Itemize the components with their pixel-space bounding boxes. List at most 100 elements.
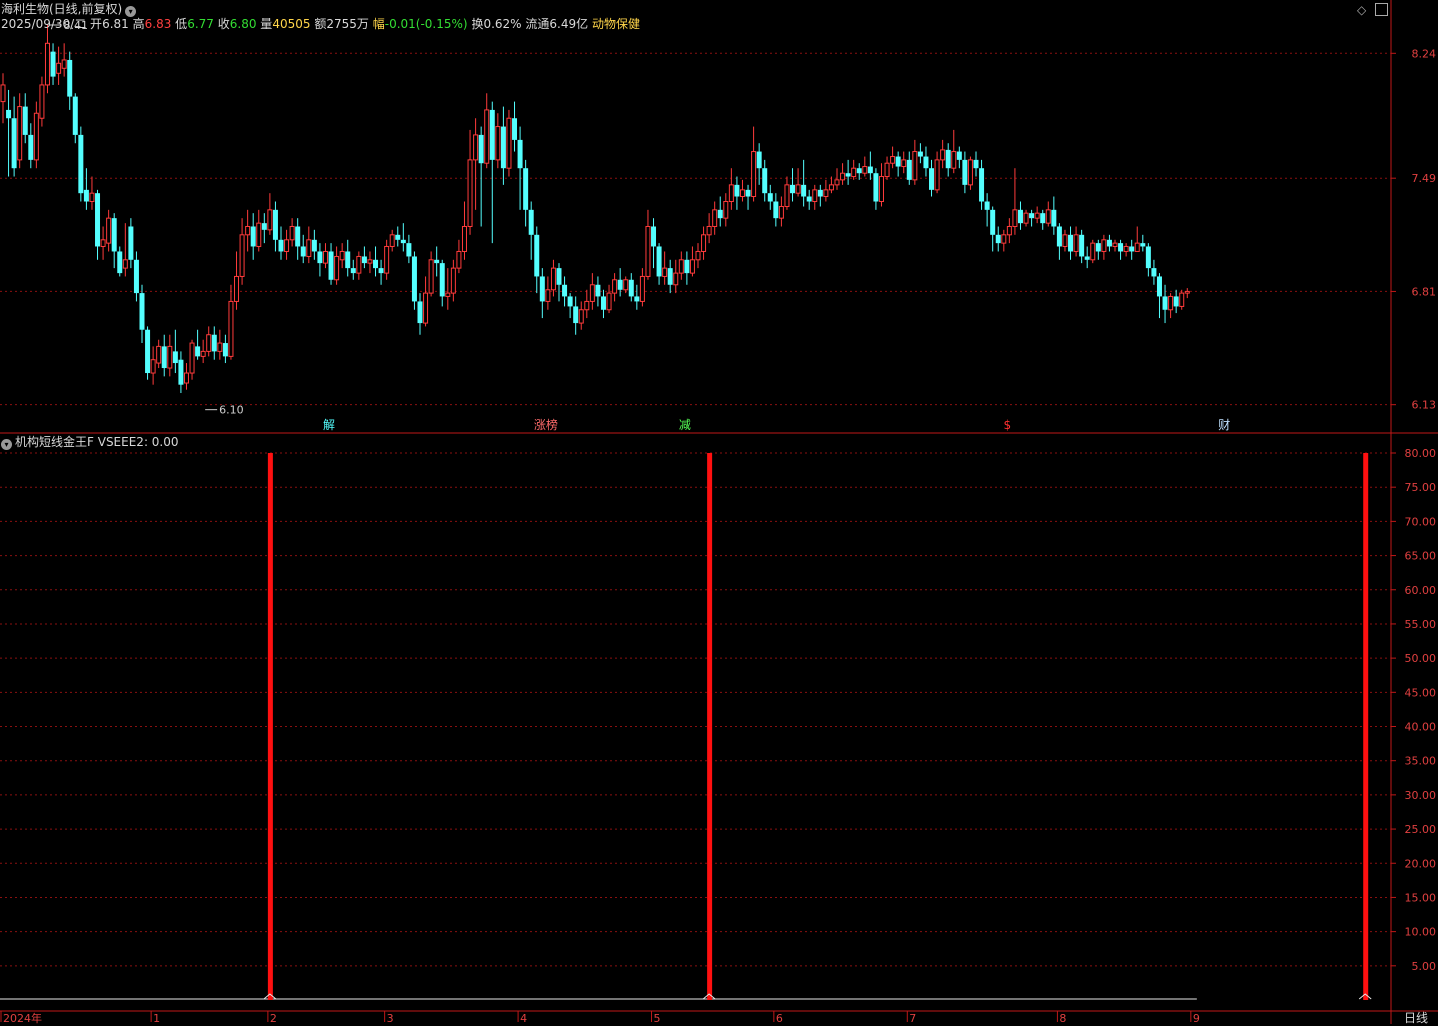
amount-value: 2755万 [326, 17, 369, 31]
candle-body [678, 259, 684, 274]
candle-body [817, 189, 823, 197]
candle-body [617, 279, 623, 290]
concept-tag[interactable]: 动物保健 [592, 17, 640, 31]
candle-body [406, 243, 412, 257]
candle-body [61, 59, 67, 69]
price-tick-label: 6.13 [1412, 399, 1437, 412]
candle-body [384, 245, 390, 274]
candle-body [662, 267, 668, 277]
candle-body [973, 159, 979, 169]
candle-body [790, 184, 796, 194]
quote-line: 2025/09/30/二 开6.81 高6.83 低6.77 收6.80 量40… [1, 17, 640, 31]
close-label: 收 [217, 17, 230, 31]
x-tick-label: 9 [1193, 1012, 1200, 1024]
candle-body [211, 334, 217, 352]
indicator-tick-label: 75.00 [1405, 481, 1437, 494]
candle-body [856, 168, 862, 174]
candle-body [600, 296, 606, 310]
candle-body [1012, 209, 1018, 227]
float-label: 流通 [525, 17, 550, 31]
candle-body [150, 359, 156, 374]
candle-body [890, 156, 896, 164]
candle-body [1101, 239, 1107, 252]
candle-body [945, 149, 951, 169]
candle-body [506, 117, 512, 169]
candle-body [639, 275, 645, 302]
indicator-tick-label: 35.00 [1405, 755, 1437, 768]
event-marker: 财 [1218, 418, 1230, 432]
indicator-tick-label: 10.00 [1405, 926, 1437, 939]
indicator-menu-icon[interactable]: ▾ [1, 439, 12, 450]
candle-body [751, 151, 757, 198]
candle-body [389, 234, 395, 247]
candle-body [183, 372, 189, 384]
candle-body [595, 284, 601, 297]
candle-body [573, 306, 579, 324]
candle-body [912, 151, 918, 181]
candle-body [423, 292, 429, 324]
indicator-value: VSEEE2: 0.00 [97, 435, 179, 449]
candle-body [895, 156, 901, 167]
candle-body [656, 246, 662, 277]
candle-body [1123, 245, 1129, 252]
candle-body [878, 176, 884, 203]
change-label: 幅 [372, 17, 385, 31]
candle-body [712, 209, 718, 227]
candle-body [756, 151, 762, 169]
period-label[interactable]: 日线 [1404, 1009, 1428, 1026]
indicator-name[interactable]: 机构短线金王F [15, 435, 94, 449]
candle-body [322, 250, 328, 264]
indicator-spike-bar [267, 453, 273, 1000]
candle-body [356, 255, 362, 274]
candle-body [495, 126, 501, 161]
diamond-icon[interactable]: ◇ [1357, 3, 1366, 17]
candle-body [317, 251, 323, 264]
candle-body [417, 301, 423, 324]
x-tick-label: 6 [776, 1012, 783, 1024]
candle-body [339, 250, 345, 261]
candle-body [851, 167, 857, 178]
candle-body [234, 275, 240, 302]
candle-body [22, 106, 28, 135]
candle-body [784, 184, 790, 208]
candle-body [33, 112, 39, 161]
candle-body [1090, 242, 1096, 261]
candle-body [300, 246, 306, 257]
chevron-down-icon[interactable]: ▾ [125, 6, 137, 17]
candle-body [1068, 234, 1074, 252]
indicator-spike-bar [707, 453, 713, 1000]
amount-label: 额 [314, 17, 327, 31]
indicator-tick-label: 20.00 [1405, 857, 1437, 870]
candle-body [923, 156, 929, 169]
candle-body [962, 159, 968, 185]
maximize-icon[interactable] [1375, 3, 1388, 16]
candle-body [539, 276, 545, 302]
candle-body [667, 268, 673, 285]
stock-title[interactable]: 海利生物(日线,前复权) [1, 2, 122, 16]
chart-canvas[interactable]: 8.247.496.816.1380.0075.0070.0065.0060.0… [0, 0, 1438, 1024]
candle-body [1023, 212, 1029, 224]
candle-body [261, 223, 267, 230]
close-value: 6.80 [229, 17, 257, 31]
candle-body [778, 206, 784, 219]
candle-body [956, 151, 962, 160]
indicator-tick-label: 25.00 [1405, 823, 1437, 836]
candle-body [178, 359, 184, 385]
candle-body [334, 255, 340, 281]
candle-body [773, 201, 779, 219]
candle-body [745, 189, 751, 197]
candle-body [990, 209, 996, 235]
x-tick-label: 1 [153, 1012, 160, 1024]
indicator-tick-label: 70.00 [1405, 515, 1437, 528]
candle-body [1118, 243, 1124, 252]
candle-body [400, 239, 406, 244]
candle-body [156, 345, 162, 364]
candle-body [489, 109, 495, 160]
candle-body [1001, 234, 1007, 244]
x-tick-label: 8 [1059, 1012, 1066, 1024]
volume-label: 量 [260, 17, 273, 31]
candlestick-series [0, 24, 1190, 394]
candle-body [100, 239, 106, 247]
candle-body [967, 159, 973, 186]
candle-body [684, 259, 690, 274]
